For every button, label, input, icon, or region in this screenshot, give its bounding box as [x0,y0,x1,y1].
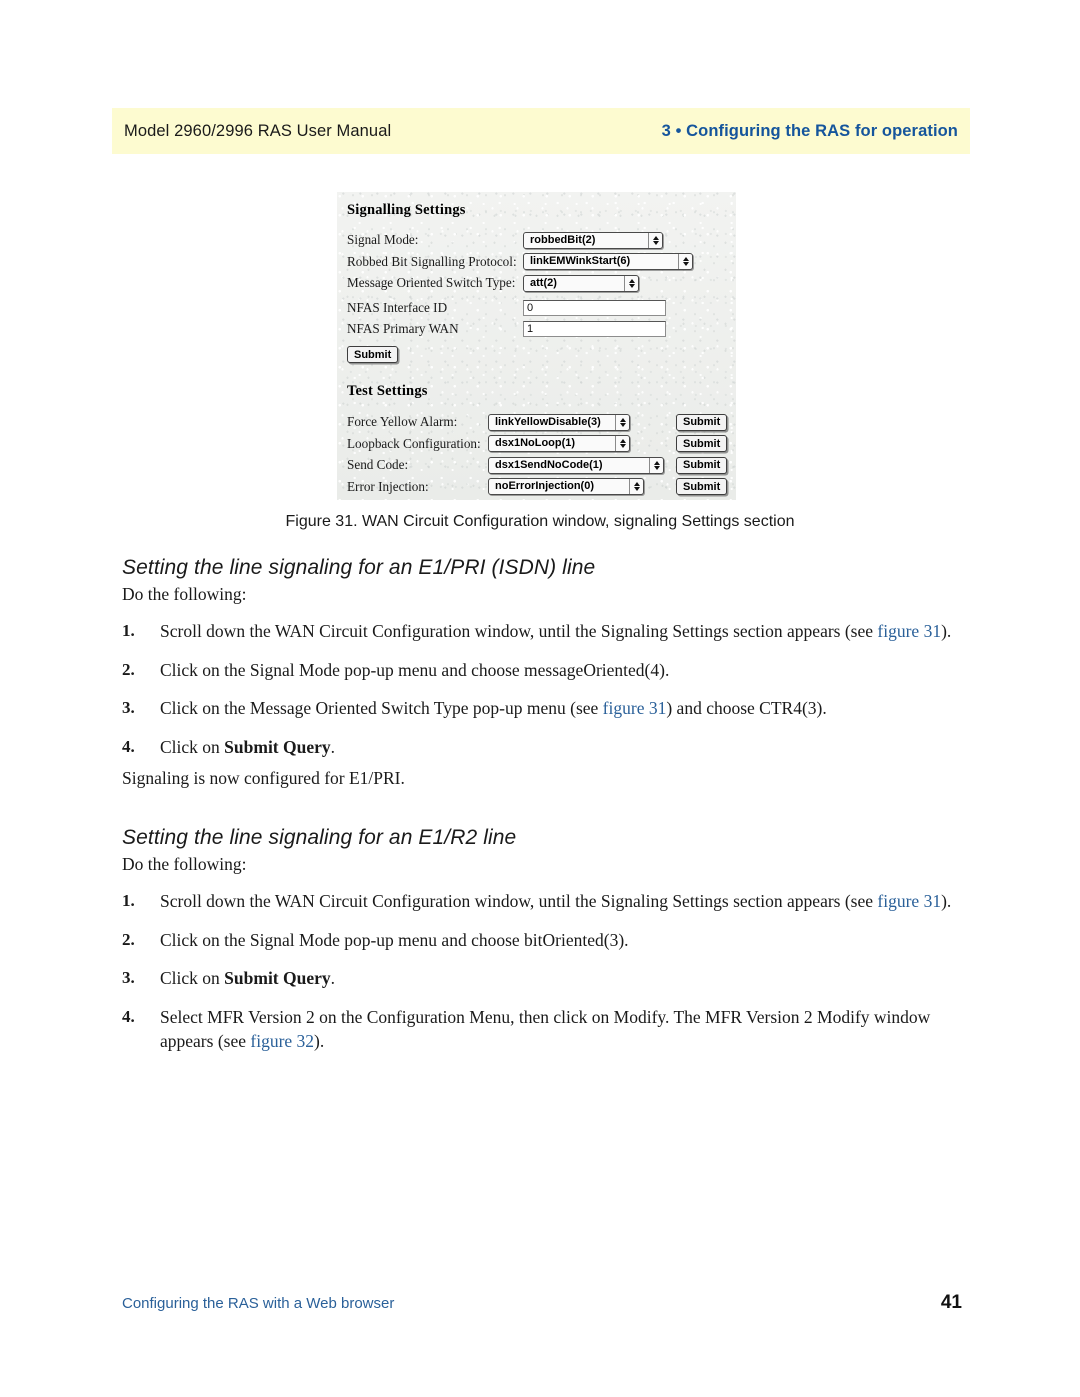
list-item: 4. Select MFR Version 2 on the Configura… [122,1006,962,1053]
footer-page-number: 41 [940,1292,962,1313]
step-text: Click on Submit Query. [160,736,336,757]
header-chapter-title: 3 • Configuring the RAS for operation [661,121,958,140]
select-message-oriented-switch-type-value: att(2) [530,276,557,289]
select-signal-mode[interactable]: robbedBit(2) [523,231,663,249]
row-robbed-bit-protocol: Robbed Bit Signalling Protocol: linkEMWi… [347,252,736,273]
list-item: 4. Click on Submit Query. [122,736,962,760]
select-message-oriented-switch-type[interactable]: att(2) [523,274,639,292]
select-robbed-bit-protocol-value: linkEMWinkStart(6) [530,255,631,268]
page-footer: Configuring the RAS with a Web browser 4… [122,1292,962,1314]
select-robbed-bit-protocol[interactable]: linkEMWinkStart(6) [523,253,693,271]
step-text: Click on the Signal Mode pop-up menu and… [160,929,629,950]
steps-list-e1pri: 1. Scroll down the WAN Circuit Configura… [122,620,962,760]
label-signal-mode: Signal Mode: [347,232,419,248]
list-item: 2. Click on the Signal Mode pop-up menu … [122,929,962,953]
send-code-submit-button[interactable]: Submit [676,456,728,474]
submit-query-emphasis: Submit Query [224,736,331,757]
figure-link[interactable]: figure 31 [603,698,667,718]
section-heading-e1pri: Setting the line signaling for an E1/PRI… [122,556,596,579]
force-yellow-alarm-submit-button[interactable]: Submit [676,413,728,431]
label-force-yellow-alarm: Force Yellow Alarm: [347,414,458,430]
select-error-injection[interactable]: noErrorInjection(0) [488,478,644,496]
row-send-code: Send Code: dsx1SendNoCode(1) Submit [347,455,736,476]
submit-query-emphasis: Submit Query [224,968,331,989]
step-text: Click on the Message Oriented Switch Typ… [160,698,827,719]
input-nfas-interface-id[interactable]: 0 [523,299,666,316]
select-loopback-configuration[interactable]: dsx1NoLoop(1) [488,435,630,453]
step-number: 3. [122,698,135,718]
row-signalling-submit: Submit [347,345,736,366]
step-number: 1. [122,620,135,640]
page-header-banner: Model 2960/2996 RAS User Manual 3 • Conf… [112,108,970,154]
label-send-code: Send Code: [347,457,409,473]
section-lead-e1pri: Do the following: [122,584,247,604]
section-heading-e1r2: Setting the line signaling for an E1/R2 … [122,826,517,850]
updown-arrows-icon [629,479,640,495]
list-item: 2. Click on the Signal Mode pop-up menu … [122,659,962,683]
step-text: Click on the Signal Mode pop-up menu and… [160,659,670,680]
figure-31-screenshot: Signalling Settings Signal Mode: robbedB… [337,192,736,500]
header-manual-title: Model 2960/2996 RAS User Manual [124,121,392,140]
figure-link[interactable]: figure 31 [877,891,941,911]
label-loopback-configuration: Loopback Configuration: [347,435,481,451]
section-lead-e1r2: Do the following: [122,854,247,875]
step-number: 3. [122,968,135,988]
step-number: 2. [122,929,135,949]
updown-arrows-icon [678,254,689,270]
select-send-code[interactable]: dsx1SendNoCode(1) [488,456,664,474]
list-item: 3. Click on the Message Oriented Switch … [122,697,962,721]
figure-caption: Figure 31. WAN Circuit Configuration win… [285,513,795,530]
updown-arrows-icon [648,232,659,248]
signalling-submit-button[interactable]: Submit [347,346,399,364]
label-nfas-primary-wan: NFAS Primary WAN [347,321,459,337]
row-nfas-interface-id: NFAS Interface ID 0 [347,298,736,319]
updown-arrows-icon [615,436,626,452]
input-nfas-primary-wan[interactable]: 1 [523,321,666,338]
step-number: 4. [122,736,135,756]
updown-arrows-icon [624,275,635,291]
footer-section-label: Configuring the RAS with a Web browser [122,1295,395,1312]
step-text: Scroll down the WAN Circuit Configuratio… [160,620,952,641]
row-force-yellow-alarm: Force Yellow Alarm: linkYellowDisable(3)… [347,412,736,433]
label-robbed-bit-protocol: Robbed Bit Signalling Protocol: [347,253,517,269]
steps-list-e1r2: 1. Scroll down the WAN Circuit Configura… [122,890,962,1053]
updown-arrows-icon [615,414,626,430]
page-content: Setting the line signaling for an E1/PRI… [122,556,962,1068]
step-text: Click on Submit Query. [160,968,336,989]
loopback-configuration-submit-button[interactable]: Submit [676,435,728,453]
row-signal-mode: Signal Mode: robbedBit(2) [347,230,736,251]
signalling-settings-heading: Signalling Settings [347,202,466,218]
select-send-code-value: dsx1SendNoCode(1) [495,458,603,471]
step-text: Select MFR Version 2 on the Configuratio… [160,1007,931,1051]
error-injection-submit-button[interactable]: Submit [676,478,728,496]
select-signal-mode-value: robbedBit(2) [530,233,596,246]
step-number: 2. [122,659,135,679]
step-text: Scroll down the WAN Circuit Configuratio… [160,891,952,912]
row-nfas-primary-wan: NFAS Primary WAN 1 [347,319,736,340]
label-nfas-interface-id: NFAS Interface ID [347,299,448,315]
list-item: 3. Click on Submit Query. [122,967,962,991]
figure-link[interactable]: figure 31 [877,621,941,641]
select-error-injection-value: noErrorInjection(0) [495,480,595,493]
list-item: 1. Scroll down the WAN Circuit Configura… [122,620,962,644]
updown-arrows-icon [649,457,660,473]
test-settings-heading: Test Settings [347,383,428,399]
select-loopback-configuration-value: dsx1NoLoop(1) [495,437,576,450]
select-force-yellow-alarm[interactable]: linkYellowDisable(3) [488,413,630,431]
step-number: 4. [122,1007,135,1026]
select-force-yellow-alarm-value: linkYellowDisable(3) [495,415,601,428]
row-message-oriented-switch-type: Message Oriented Switch Type: att(2) [347,273,736,294]
label-message-oriented-switch-type: Message Oriented Switch Type: [347,275,516,291]
row-loopback-configuration: Loopback Configuration: dsx1NoLoop(1) Su… [347,434,736,455]
section-closing-e1pri: Signaling is now configured for E1/PRI. [122,768,405,789]
label-error-injection: Error Injection: [347,478,429,494]
figure-link[interactable]: figure 32 [250,1031,314,1051]
step-number: 1. [122,891,135,911]
row-error-injection: Error Injection: noErrorInjection(0) Sub… [347,477,736,498]
list-item: 1. Scroll down the WAN Circuit Configura… [122,890,962,914]
